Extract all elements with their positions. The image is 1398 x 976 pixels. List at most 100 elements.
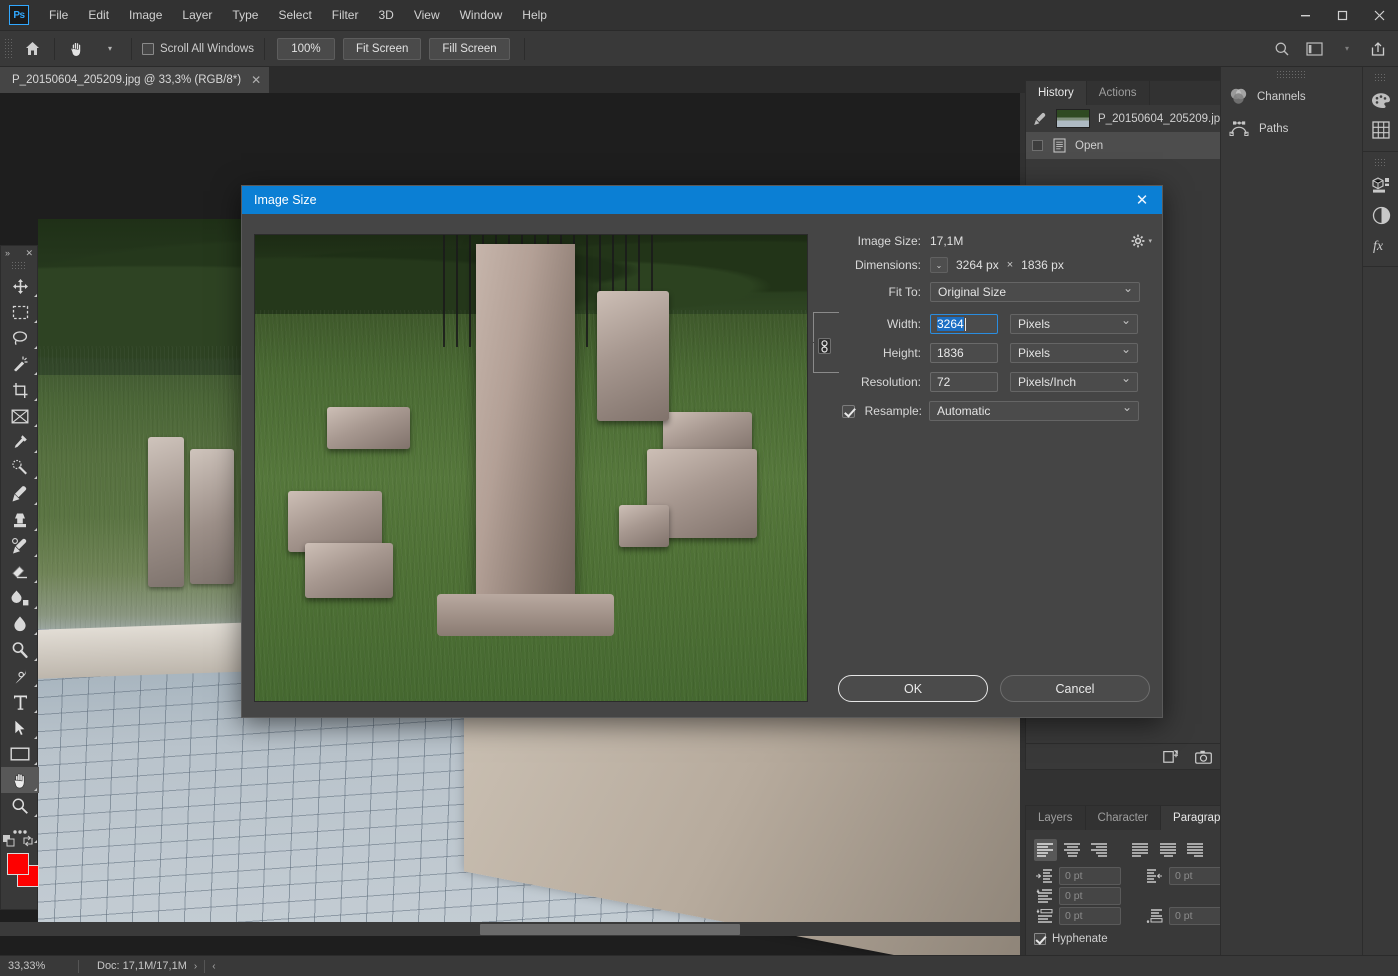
height-input[interactable]: 1836	[930, 343, 998, 363]
color-swatches-icon[interactable]	[1363, 85, 1398, 115]
status-collapse-icon[interactable]: ‹	[205, 961, 222, 972]
brush-tool[interactable]	[1, 481, 39, 507]
close-icon[interactable]: ✕	[25, 248, 33, 259]
tab-actions[interactable]: Actions	[1087, 81, 1150, 105]
menu-file[interactable]: File	[39, 0, 78, 31]
grid-pattern-icon[interactable]	[1363, 115, 1398, 145]
menu-image[interactable]: Image	[119, 0, 172, 31]
type-tool[interactable]	[1, 689, 39, 715]
tab-history[interactable]: History	[1026, 81, 1087, 105]
menu-edit[interactable]: Edit	[78, 0, 119, 31]
align-center-button[interactable]	[1061, 839, 1084, 861]
pen-tool[interactable]	[1, 663, 39, 689]
history-brush-tool[interactable]	[1, 533, 39, 559]
foreground-color-swatch[interactable]	[7, 853, 29, 875]
fit-to-select[interactable]: Original Size	[930, 281, 1140, 302]
cancel-button[interactable]: Cancel	[1000, 675, 1150, 702]
eraser-tool[interactable]	[1, 559, 39, 585]
dimensions-chevron-down-icon[interactable]: ⌄	[930, 257, 948, 273]
rail-grip[interactable]	[1374, 158, 1387, 166]
default-colors-icon[interactable]	[3, 835, 15, 847]
frame-tool[interactable]	[1, 403, 39, 429]
rectangular-marquee-tool[interactable]	[1, 299, 39, 325]
history-state-checkbox[interactable]	[1032, 140, 1043, 151]
swap-colors-icon[interactable]	[22, 835, 34, 847]
eyedropper-tool[interactable]	[1, 429, 39, 455]
create-snapshot-icon[interactable]	[1195, 750, 1212, 764]
gradient-tool[interactable]	[1, 585, 39, 611]
share-icon[interactable]	[1362, 34, 1394, 64]
dodge-tool[interactable]	[1, 637, 39, 663]
maximize-button[interactable]	[1324, 0, 1361, 31]
menu-help[interactable]: Help	[512, 0, 557, 31]
canvas-horizontal-scrollbar[interactable]	[0, 922, 1020, 936]
height-unit-select[interactable]: Pixels	[1010, 342, 1138, 363]
menu-3d[interactable]: 3D	[368, 0, 403, 31]
fit-screen-button[interactable]: Fit Screen	[342, 37, 422, 60]
zoom-tool[interactable]	[1, 793, 39, 819]
adjustments-icon[interactable]	[1363, 200, 1398, 230]
ok-button[interactable]: OK	[838, 675, 988, 702]
tool-preset-chevron-down-icon[interactable]: ▾	[93, 34, 125, 64]
menu-layer[interactable]: Layer	[172, 0, 222, 31]
close-icon[interactable]: ✕	[251, 73, 261, 87]
dock-item-channels[interactable]: Channels	[1221, 80, 1362, 113]
space-before-paragraph-input[interactable]: 0 pt	[1059, 907, 1121, 925]
document-tab[interactable]: P_20150604_205209.jpg @ 33,3% (RGB/8*) ✕	[0, 67, 271, 93]
zoom-level-field[interactable]: 33,33%	[0, 960, 78, 972]
align-right-button[interactable]	[1088, 839, 1111, 861]
fill-screen-button[interactable]: Fill Screen	[429, 37, 510, 60]
spot-healing-brush-tool[interactable]	[1, 455, 39, 481]
path-selection-tool[interactable]	[1, 715, 39, 741]
justify-last-center-button[interactable]	[1157, 839, 1180, 861]
workspace-icon[interactable]	[1298, 34, 1330, 64]
history-brush-source-icon[interactable]	[1032, 112, 1048, 126]
resolution-input[interactable]: 72	[930, 372, 998, 392]
scroll-all-windows-checkbox[interactable]: Scroll All Windows	[138, 42, 258, 55]
resolution-unit-select[interactable]: Pixels/Inch	[1010, 371, 1138, 392]
menu-view[interactable]: View	[404, 0, 450, 31]
options-bar-grip[interactable]	[4, 37, 13, 60]
menu-filter[interactable]: Filter	[322, 0, 369, 31]
search-icon[interactable]	[1266, 34, 1298, 64]
close-button[interactable]	[1361, 0, 1398, 31]
width-input[interactable]: 3264	[930, 314, 998, 334]
crop-tool[interactable]	[1, 377, 39, 403]
minimize-button[interactable]	[1287, 0, 1324, 31]
hand-tool-icon[interactable]	[61, 34, 93, 64]
home-icon[interactable]	[16, 34, 48, 64]
align-left-button[interactable]	[1034, 839, 1058, 861]
indent-left-margin-input[interactable]: 0 pt	[1059, 867, 1121, 885]
tab-layers[interactable]: Layers	[1026, 806, 1086, 830]
tools-panel-grip[interactable]	[11, 261, 27, 270]
gear-icon[interactable]: ▾	[1131, 234, 1152, 248]
justify-last-left-button[interactable]	[1129, 839, 1152, 861]
resample-checkbox[interactable]	[842, 404, 855, 418]
lasso-tool[interactable]	[1, 325, 39, 351]
menu-window[interactable]: Window	[450, 0, 513, 31]
menu-select[interactable]: Select	[268, 0, 321, 31]
status-expand-icon[interactable]: ›	[187, 961, 204, 972]
resample-select[interactable]: Automatic	[929, 400, 1139, 421]
clone-stamp-tool[interactable]	[1, 507, 39, 533]
rail-grip[interactable]	[1374, 73, 1387, 81]
new-document-from-state-icon[interactable]	[1163, 749, 1179, 764]
image-preview[interactable]	[254, 234, 808, 702]
chain-link-icon[interactable]	[818, 338, 831, 354]
collapse-icon[interactable]: »	[5, 248, 10, 258]
indent-first-line-input[interactable]: 0 pt	[1059, 887, 1121, 905]
menu-type[interactable]: Type	[222, 0, 268, 31]
workspace-chevron-down-icon[interactable]: ▾	[1330, 34, 1362, 64]
layer-styles-icon[interactable]: fx	[1363, 230, 1398, 260]
hand-tool[interactable]	[1, 767, 39, 793]
close-icon[interactable]: ✕	[1128, 186, 1156, 214]
scrollbar-thumb[interactable]	[480, 924, 740, 935]
width-unit-select[interactable]: Pixels	[1010, 313, 1138, 334]
3d-object-icon[interactable]	[1363, 170, 1398, 200]
zoom-100-button[interactable]: 100%	[276, 37, 335, 60]
dock-item-paths[interactable]: Paths	[1221, 113, 1362, 144]
rectangle-tool[interactable]	[1, 741, 39, 767]
magic-wand-tool[interactable]	[1, 351, 39, 377]
right-dock-grip[interactable]	[1276, 70, 1307, 78]
tab-character[interactable]: Character	[1086, 806, 1162, 830]
